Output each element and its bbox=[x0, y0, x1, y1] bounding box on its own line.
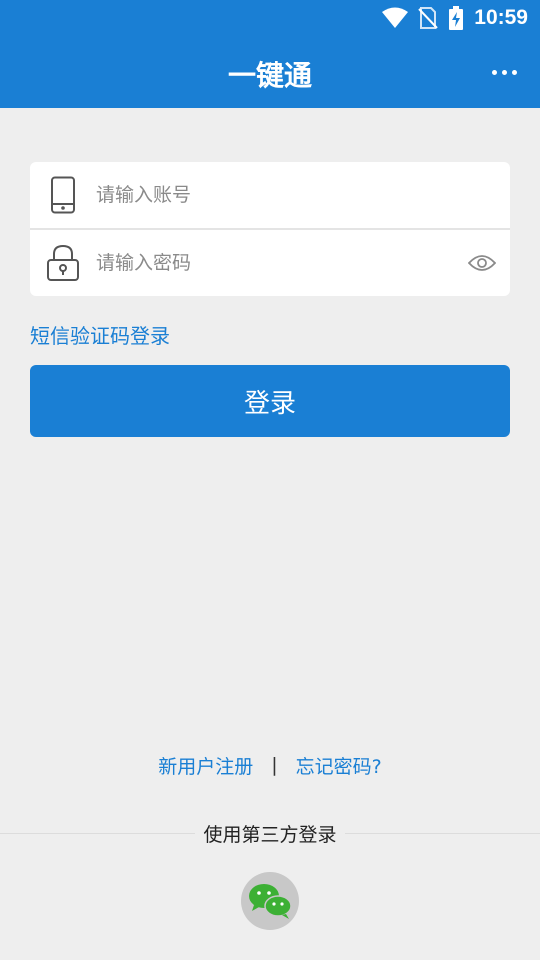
app-title: 一键通 bbox=[227, 59, 312, 92]
battery-charging-icon bbox=[449, 6, 464, 30]
password-input[interactable] bbox=[96, 243, 454, 283]
third-party-title: 使用第三方登录 bbox=[0, 820, 540, 847]
more-icon-dot bbox=[501, 69, 507, 75]
register-link[interactable]: 新用户注册 bbox=[158, 752, 253, 779]
lock-icon bbox=[30, 230, 96, 296]
eye-icon bbox=[468, 255, 496, 271]
wechat-login-button[interactable] bbox=[241, 872, 299, 930]
toggle-password-visibility-button[interactable] bbox=[454, 230, 510, 296]
status-bar: 10:59 bbox=[0, 0, 540, 36]
links-separator: | bbox=[271, 754, 278, 776]
forgot-password-link[interactable]: 忘记密码? bbox=[296, 752, 382, 779]
sms-login-link[interactable]: 短信验证码登录 bbox=[30, 320, 170, 349]
status-icons: 10:59 bbox=[382, 4, 528, 32]
login-button[interactable]: 登录 bbox=[30, 365, 510, 437]
phone-icon bbox=[30, 162, 96, 228]
more-icon-dot bbox=[511, 69, 517, 75]
password-field-row bbox=[30, 230, 510, 296]
more-button[interactable] bbox=[486, 58, 522, 86]
status-time: 10:59 bbox=[474, 6, 528, 29]
login-form-card bbox=[30, 162, 510, 296]
more-icon-dot bbox=[491, 69, 497, 75]
wechat-icon bbox=[249, 884, 292, 919]
account-field-row bbox=[30, 162, 510, 228]
account-input[interactable] bbox=[96, 175, 510, 215]
bottom-links: 新用户注册 | 忘记密码? bbox=[0, 750, 540, 780]
no-sim-icon bbox=[418, 7, 439, 29]
app-bar: 一键通 bbox=[0, 36, 540, 108]
wifi-icon bbox=[382, 7, 409, 28]
third-party-title-text: 使用第三方登录 bbox=[195, 824, 345, 846]
